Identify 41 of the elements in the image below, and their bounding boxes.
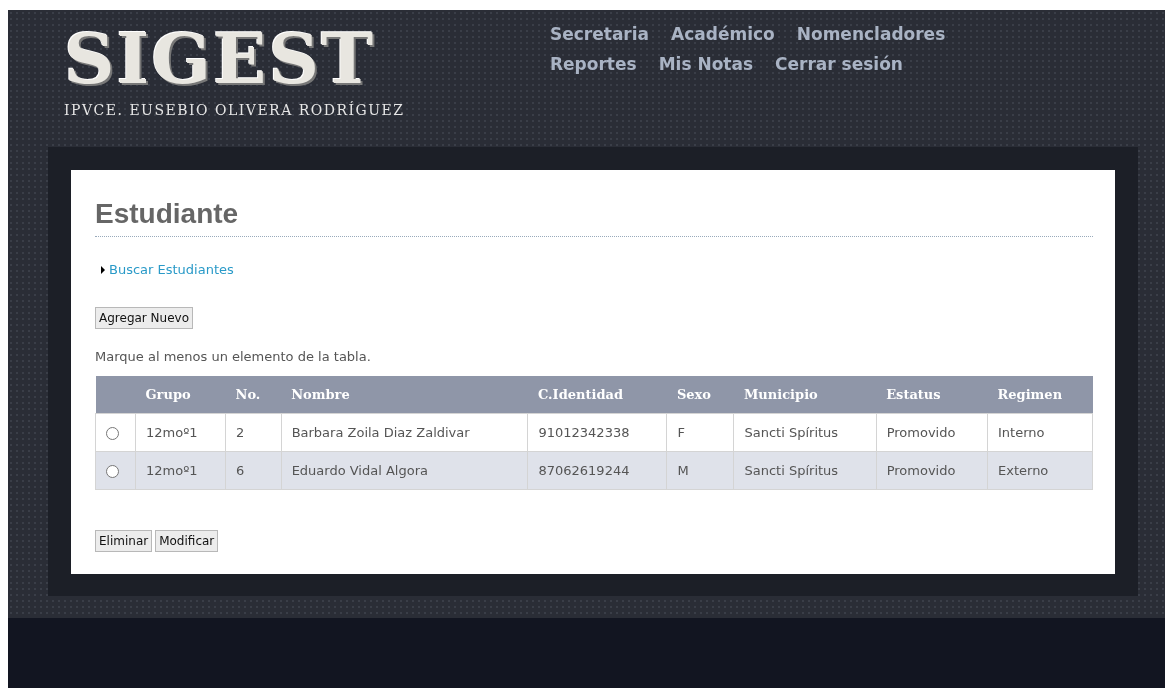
table-cell: Sancti Spíritus [733,413,877,452]
nav-link[interactable]: Nomencladores [796,24,946,44]
table-cell: 87062619244 [527,451,667,490]
nav-link[interactable]: Mis Notas [658,54,754,74]
table-cell: Barbara Zoila Diaz Zaldivar [281,413,528,452]
nav-link[interactable]: Reportes [550,54,637,74]
table-cell: 12moº1 [135,413,226,452]
page-title: Estudiante [95,198,1093,237]
table-cell: 12moº1 [135,451,226,490]
column-header: Regimen [987,376,1093,414]
action-button[interactable]: Modificar [155,530,219,552]
column-header: C.Identidad [527,376,667,414]
row-radio[interactable] [106,427,119,440]
action-button[interactable]: Eliminar [95,530,153,552]
column-header: No. [225,376,282,414]
table-cell: 6 [225,451,282,490]
table-cell: Interno [987,413,1093,452]
table-cell: F [666,413,734,452]
table-cell: 2 [225,413,282,452]
table-cell: Promovido [876,451,988,490]
table-cell: Sancti Spíritus [733,451,877,490]
row-radio[interactable] [106,465,119,478]
column-header: Nombre [281,376,528,414]
hint-text: Marque al menos un elemento de la tabla. [95,349,372,364]
site-logo: SIGEST [64,22,377,96]
nav-link[interactable]: Secretaria [550,24,650,44]
table-cell: M [666,451,734,490]
add-button[interactable]: Agregar Nuevo [95,307,193,329]
table-cell: Externo [987,451,1093,490]
nav-link[interactable]: Cerrar sesión [775,54,903,74]
caret-icon [101,265,105,274]
table-cell: Eduardo Vidal Algora [281,451,528,490]
search-link[interactable]: Buscar Estudiantes [109,262,234,277]
table-cell: 91012342338 [527,413,667,452]
school-name: IPVCE. EUSEBIO OLIVERA RODRÍGUEZ [64,102,406,118]
nav-link[interactable]: Académico [671,24,775,44]
column-header: Municipio [733,376,877,414]
column-header: Grupo [135,376,226,414]
column-header: Estatus [876,376,988,414]
table-cell: Promovido [876,413,988,452]
column-header: Sexo [666,376,734,414]
